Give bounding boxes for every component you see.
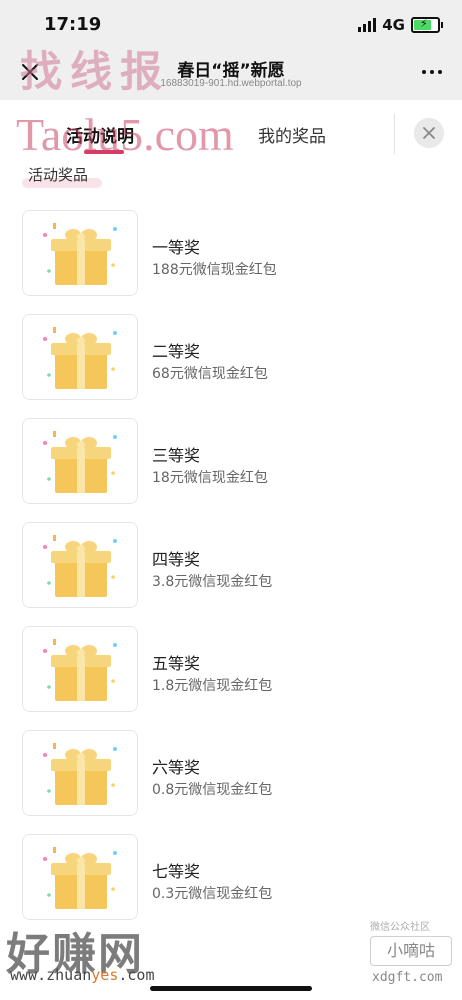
gift-box-icon bbox=[22, 418, 138, 504]
tab-divider bbox=[394, 114, 395, 154]
list-item: 四等奖 3.8元微信现金红包 bbox=[0, 522, 462, 608]
prize-description: 0.3元微信现金红包 bbox=[152, 886, 273, 902]
prize-name: 二等奖 bbox=[152, 342, 201, 361]
prize-name: 六等奖 bbox=[152, 758, 201, 777]
tab-my-prizes[interactable]: 我的奖品 bbox=[258, 122, 326, 147]
watermark-badge: 小嘀咕 bbox=[370, 936, 452, 966]
prize-name: 五等奖 bbox=[152, 654, 201, 673]
prize-description: 0.8元微信现金红包 bbox=[152, 782, 273, 798]
more-options-icon[interactable] bbox=[422, 70, 442, 74]
tab-my-prizes-label: 我的奖品 bbox=[258, 127, 326, 147]
prize-name: 七等奖 bbox=[152, 862, 201, 881]
gift-box-icon bbox=[22, 626, 138, 712]
gift-box-icon bbox=[22, 210, 138, 296]
network-type: 4G bbox=[382, 16, 405, 34]
gift-box-icon bbox=[22, 834, 138, 920]
browser-nav-bar: 春日“摇”新愿 16883019-901.hd.webportal.top bbox=[0, 48, 462, 100]
page-url: 16883019-901.hd.webportal.top bbox=[160, 78, 302, 89]
prize-name: 四等奖 bbox=[152, 550, 201, 569]
prize-description: 1.8元微信现金红包 bbox=[152, 678, 273, 694]
list-item: 七等奖 0.3元微信现金红包 bbox=[0, 834, 462, 920]
list-item: 六等奖 0.8元微信现金红包 bbox=[0, 730, 462, 816]
prize-description: 3.8元微信现金红包 bbox=[152, 574, 273, 590]
tab-active-indicator bbox=[84, 150, 124, 154]
home-indicator bbox=[150, 986, 312, 991]
prize-description: 188元微信现金红包 bbox=[152, 262, 277, 278]
status-time: 17:19 bbox=[44, 14, 102, 35]
watermark-url: www.zhuanyes.com bbox=[10, 966, 155, 984]
section-heading-text: 活动奖品 bbox=[28, 166, 89, 184]
gift-box-icon bbox=[22, 522, 138, 608]
prize-name: 一等奖 bbox=[152, 238, 201, 257]
tab-activity-info-label: 活动说明 bbox=[66, 127, 134, 147]
list-item: 二等奖 68元微信现金红包 bbox=[0, 314, 462, 400]
list-item: 三等奖 18元微信现金红包 bbox=[0, 418, 462, 504]
signal-icon bbox=[358, 18, 377, 32]
prize-modal: 活动说明 我的奖品 活动奖品 一等奖 188元微信现金红包 二等奖 68元微信现… bbox=[0, 100, 462, 1000]
watermark-text: 微信公众社区 bbox=[370, 922, 430, 933]
list-item: 五等奖 1.8元微信现金红包 bbox=[0, 626, 462, 712]
status-indicators: 4G ⚡ bbox=[358, 16, 443, 34]
gift-box-icon bbox=[22, 314, 138, 400]
gift-box-icon bbox=[22, 730, 138, 816]
battery-charging-icon: ⚡ bbox=[411, 17, 443, 33]
prize-name: 三等奖 bbox=[152, 446, 201, 465]
tab-activity-info[interactable]: 活动说明 bbox=[66, 122, 134, 154]
prize-description: 68元微信现金红包 bbox=[152, 366, 268, 382]
list-item: 一等奖 188元微信现金红包 bbox=[0, 210, 462, 296]
watermark-url: xdgft.com bbox=[372, 970, 443, 985]
section-heading: 活动奖品 bbox=[22, 164, 102, 188]
status-bar: 17:19 4G ⚡ bbox=[0, 0, 462, 48]
prize-description: 18元微信现金红包 bbox=[152, 470, 268, 486]
close-icon[interactable] bbox=[414, 118, 444, 148]
